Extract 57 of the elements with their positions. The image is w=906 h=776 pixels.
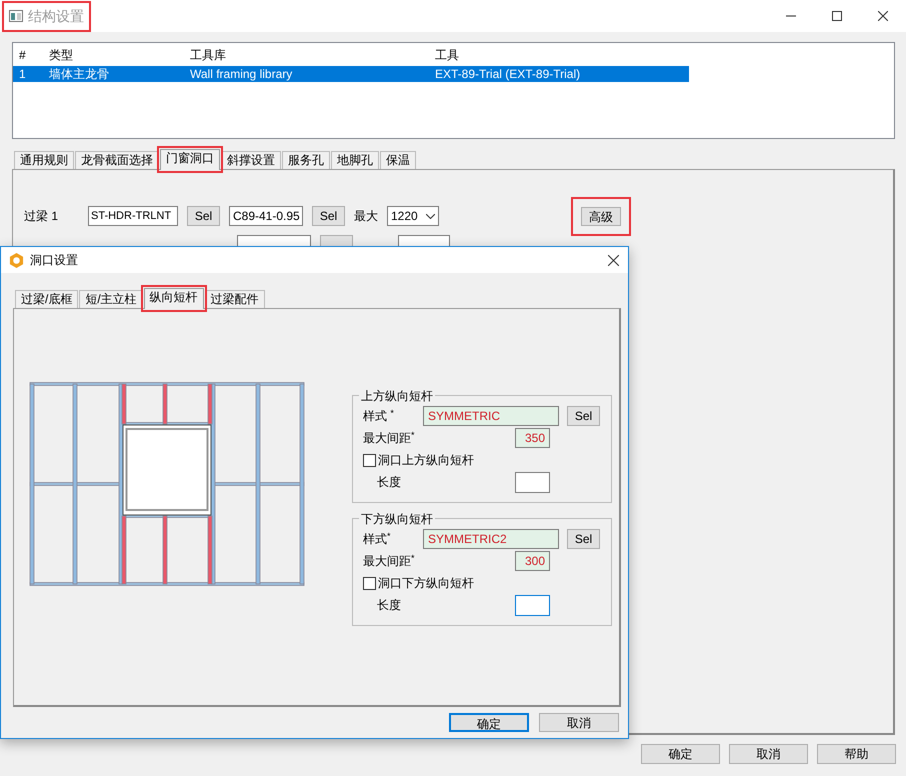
tab[interactable]: 门窗洞口 — [160, 149, 220, 170]
group-title: 上方纵向短杆 — [359, 387, 435, 405]
list-row[interactable]: 1 墙体主龙骨 Wall framing library EXT-89-Trial (EXT-89-Trial) — [13, 66, 689, 82]
tab[interactable]: 短/主立柱 — [79, 290, 143, 308]
maximize-icon[interactable] — [832, 11, 842, 21]
dialog-button[interactable]: 确定 — [641, 744, 720, 764]
window-title: 结构设置 — [28, 6, 84, 26]
tab[interactable]: 服务孔 — [282, 151, 330, 169]
field-label: 过梁 1 — [24, 208, 60, 225]
length-field[interactable] — [515, 594, 550, 616]
close-icon[interactable] — [878, 11, 888, 21]
chevron-icon — [426, 214, 435, 218]
checkbox[interactable] — [363, 576, 376, 590]
checkbox[interactable] — [363, 454, 376, 466]
field-label: 长度 — [376, 474, 401, 491]
field-label: 最大间距$^{*}$ — [363, 552, 415, 570]
spacing-field[interactable]: 300 — [515, 551, 550, 571]
sel-button[interactable]: Sel — [312, 206, 345, 226]
dialog-title: 洞口设置 — [30, 252, 78, 269]
tab[interactable]: 过梁/底框 — [15, 290, 78, 308]
dialog-button[interactable]: 取消 — [729, 744, 808, 764]
column-header[interactable]: 类型 — [43, 46, 184, 64]
tab[interactable]: 斜撑设置 — [221, 151, 281, 169]
spacing-field[interactable]: 350 — [515, 428, 550, 448]
tab[interactable]: 通用规则 — [14, 151, 74, 169]
length-field[interactable] — [515, 472, 550, 492]
field-label: 样式 $^{*}$ — [363, 407, 395, 425]
close-icon[interactable] — [608, 254, 619, 266]
dropdown[interactable]: 1220 — [387, 206, 439, 226]
field-label: 样式$^{*}$ — [363, 530, 392, 548]
column-header[interactable]: 工具 — [429, 46, 689, 64]
group-title: 下方纵向短杆 — [359, 510, 435, 528]
tab[interactable]: 保温 — [380, 151, 416, 169]
tab[interactable]: 地脚孔 — [331, 151, 379, 169]
app-icon — [9, 10, 23, 22]
column-header[interactable]: # — [13, 46, 43, 64]
profile-field[interactable]: ST-HDR-TRLNT — [88, 206, 178, 226]
dialog-button[interactable]: 帮助 — [817, 744, 896, 764]
sel-button[interactable]: Sel — [567, 406, 600, 426]
column-header[interactable]: 工具库 — [184, 46, 429, 64]
sel-button[interactable]: Sel — [187, 206, 220, 226]
tab[interactable]: 纵向短杆 — [144, 288, 204, 309]
style-field[interactable]: SYMMETRIC2 — [423, 529, 559, 549]
advanced-button[interactable]: 高级 — [581, 206, 621, 226]
field-label: 最大间距$^{*}$ — [363, 429, 415, 447]
tab[interactable]: 过梁配件 — [204, 290, 265, 308]
sel-button[interactable]: Sel — [567, 529, 600, 549]
field-label: 最大 — [354, 208, 378, 225]
style-field[interactable]: SYMMETRIC — [423, 406, 559, 426]
tab[interactable]: 龙骨截面选择 — [75, 151, 159, 169]
checkbox-label: 洞口下方纵向短杆 — [378, 575, 474, 592]
app-icon — [9, 252, 24, 268]
checkbox-label: 洞口上方纵向短杆 — [378, 452, 474, 469]
dialog-button[interactable]: 取消 — [539, 713, 619, 732]
field-label: 长度 — [376, 597, 401, 614]
section-field[interactable]: C89-41-0.95 — [229, 206, 303, 226]
dialog-button[interactable]: 确定 — [449, 713, 529, 732]
